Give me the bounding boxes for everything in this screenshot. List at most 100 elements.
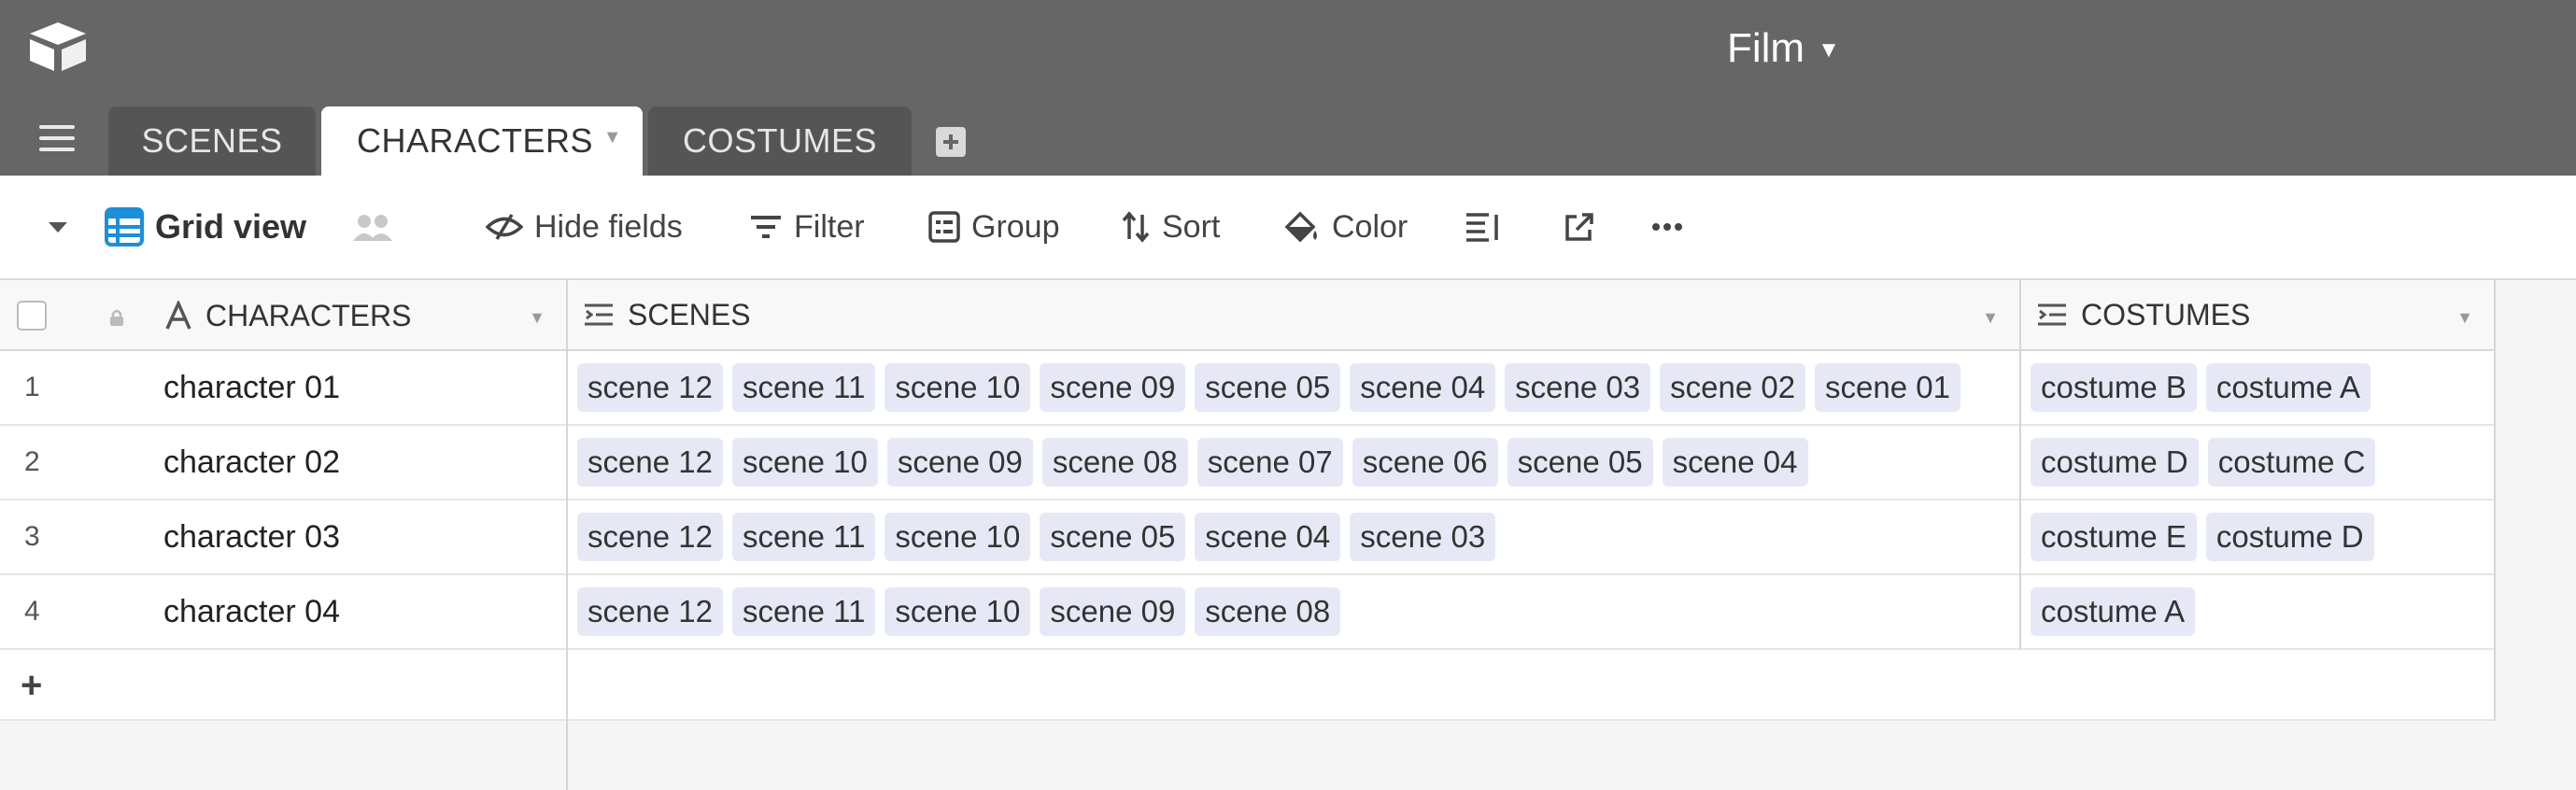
row-height-icon[interactable] — [1465, 176, 1513, 278]
tab-characters[interactable]: CHARACTERS ▼ — [321, 106, 643, 176]
costumes-cell[interactable]: costume E costume D — [2031, 501, 2374, 573]
scene-chip[interactable]: scene 11 — [731, 513, 876, 561]
scene-chip[interactable]: scene 02 — [1660, 363, 1806, 412]
scene-chip[interactable]: scene 09 — [1040, 363, 1186, 412]
costume-chip[interactable]: costume E — [2031, 513, 2197, 561]
color-label: Color — [1332, 208, 1408, 245]
scene-chip[interactable]: scene 12 — [577, 438, 723, 487]
scene-chip[interactable]: scene 08 — [1195, 587, 1341, 636]
hide-fields-label: Hide fields — [534, 208, 683, 245]
scene-chip[interactable]: scene 11 — [731, 363, 876, 412]
view-switcher[interactable]: Grid view — [105, 176, 306, 278]
scene-chip[interactable]: scene 05 — [1507, 438, 1653, 487]
scene-chip[interactable]: scene 06 — [1352, 438, 1498, 487]
column-title: COSTUMES — [2081, 297, 2251, 332]
scene-chip[interactable]: scene 04 — [1662, 438, 1808, 487]
column-menu-icon[interactable]: ▼ — [529, 308, 545, 328]
filter-icon — [751, 216, 781, 238]
chevron-down-icon: ▼ — [1818, 37, 1840, 63]
hide-fields-button[interactable]: Hide fields — [486, 176, 683, 278]
column-title: SCENES — [628, 297, 751, 332]
sort-icon — [1122, 211, 1150, 243]
scenes-column-header[interactable]: SCENES ▼ — [566, 280, 2019, 351]
scene-chip[interactable]: scene 05 — [1040, 513, 1186, 561]
scenes-cell[interactable]: scene 12 scene 11 scene 10 scene 09 scen… — [577, 351, 1960, 424]
scenes-cell[interactable]: scene 12 scene 11 scene 10 scene 09 scen… — [577, 575, 1341, 648]
column-divider — [2019, 280, 2021, 650]
table-row[interactable]: 3 character 03 scene 12 scene 11 scene 1… — [0, 501, 2494, 575]
character-name-cell[interactable]: character 03 — [163, 501, 340, 573]
primary-column-header[interactable]: CHARACTERS ▼ — [0, 280, 566, 351]
costume-chip[interactable]: costume A — [2031, 587, 2196, 636]
grid-view-icon — [105, 207, 144, 247]
share-view-icon[interactable] — [353, 176, 403, 278]
scene-chip[interactable]: scene 03 — [1350, 513, 1496, 561]
table-row[interactable]: 1 character 01 scene 12 scene 11 scene 1… — [0, 351, 2494, 426]
row-number: 1 — [24, 372, 40, 402]
view-toolbar: Grid view Hide fields Filter Group Sort … — [0, 176, 2576, 280]
costumes-cell[interactable]: costume B costume A — [2031, 351, 2371, 424]
add-record-row[interactable]: + — [0, 650, 2494, 721]
scene-chip[interactable]: scene 04 — [1195, 513, 1341, 561]
scene-chip[interactable]: scene 10 — [885, 363, 1031, 412]
add-table-icon[interactable] — [936, 127, 966, 157]
costume-chip[interactable]: costume D — [2031, 438, 2199, 487]
scenes-cell[interactable]: scene 12 scene 10 scene 09 scene 08 scen… — [577, 426, 1808, 499]
table-row[interactable]: 4 character 04 scene 12 scene 11 scene 1… — [0, 575, 2494, 650]
more-icon[interactable] — [1651, 176, 1694, 278]
view-name: Grid view — [155, 207, 307, 246]
costumes-cell[interactable]: costume A — [2031, 575, 2196, 648]
tab-costumes[interactable]: COSTUMES — [648, 106, 912, 176]
scenes-cell[interactable]: scene 12 scene 11 scene 10 scene 05 scen… — [577, 501, 1496, 573]
tab-scenes[interactable]: SCENES — [108, 106, 316, 176]
costume-chip[interactable]: costume D — [2205, 513, 2374, 561]
scene-chip[interactable]: scene 12 — [577, 587, 723, 636]
scene-chip[interactable]: scene 01 — [1815, 363, 1960, 412]
linked-record-icon — [2036, 303, 2068, 327]
group-icon — [928, 211, 960, 243]
scene-chip[interactable]: scene 10 — [885, 513, 1031, 561]
scene-chip[interactable]: scene 12 — [577, 363, 723, 412]
scene-chip[interactable]: scene 12 — [577, 513, 723, 561]
collapse-caret-icon[interactable] — [47, 176, 80, 278]
airtable-logo-icon[interactable] — [26, 21, 90, 73]
costumes-column-header[interactable]: COSTUMES ▼ — [2019, 280, 2494, 351]
base-name-menu[interactable]: Film ▼ — [1727, 21, 1840, 77]
menu-icon[interactable] — [39, 125, 75, 155]
scene-chip[interactable]: scene 09 — [886, 438, 1033, 487]
filter-button[interactable]: Filter — [749, 176, 865, 278]
scene-chip[interactable]: scene 04 — [1350, 363, 1496, 412]
scene-chip[interactable]: scene 10 — [731, 438, 878, 487]
sort-button[interactable]: Sort — [1121, 176, 1220, 278]
character-name-cell[interactable]: character 01 — [163, 351, 340, 424]
scene-chip[interactable]: scene 09 — [1040, 587, 1186, 636]
costume-chip[interactable]: costume C — [2207, 438, 2376, 487]
scene-chip[interactable]: scene 07 — [1196, 438, 1343, 487]
column-menu-icon[interactable]: ▼ — [1982, 308, 1999, 328]
tab-menu-caret-icon[interactable]: ▼ — [603, 127, 622, 148]
character-name-cell[interactable]: character 02 — [163, 426, 340, 499]
row-number: 4 — [24, 596, 40, 627]
color-button[interactable]: Color — [1283, 176, 1408, 278]
share-icon[interactable] — [1564, 176, 1606, 278]
column-title: CHARACTERS — [205, 298, 412, 332]
scene-chip[interactable]: scene 10 — [885, 587, 1031, 636]
column-menu-icon[interactable]: ▼ — [2456, 308, 2473, 328]
column-divider — [566, 280, 568, 790]
select-all-checkbox[interactable] — [17, 301, 47, 331]
scene-chip[interactable]: scene 08 — [1041, 438, 1188, 487]
scene-chip[interactable]: scene 11 — [731, 587, 876, 636]
scene-chip[interactable]: scene 03 — [1505, 363, 1651, 412]
costumes-cell[interactable]: costume D costume C — [2031, 426, 2376, 499]
add-record-icon[interactable]: + — [21, 665, 42, 707]
table-row[interactable]: 2 character 02 scene 12 scene 10 scene 0… — [0, 426, 2494, 501]
character-name-cell[interactable]: character 04 — [163, 575, 340, 648]
costume-chip[interactable]: costume A — [2205, 363, 2371, 412]
tab-label: COSTUMES — [682, 121, 877, 160]
lock-icon — [110, 309, 123, 326]
scene-chip[interactable]: scene 05 — [1195, 363, 1341, 412]
group-button[interactable]: Group — [928, 176, 1060, 278]
sort-label: Sort — [1162, 208, 1221, 245]
group-label: Group — [971, 208, 1060, 245]
costume-chip[interactable]: costume B — [2031, 363, 2197, 412]
